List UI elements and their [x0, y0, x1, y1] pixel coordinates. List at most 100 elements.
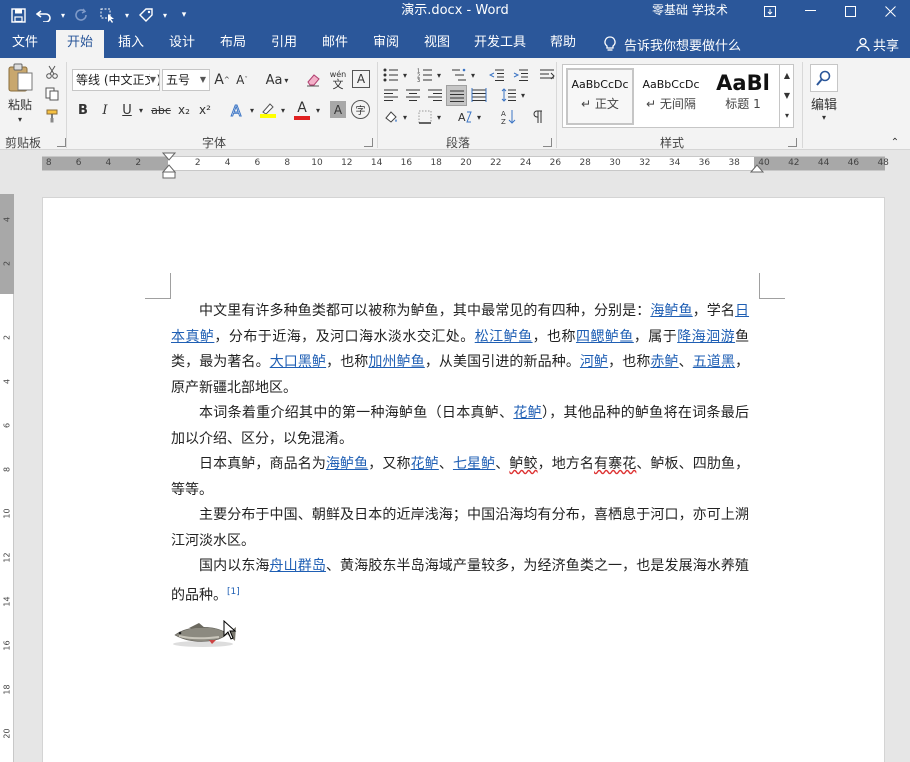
shading-icon[interactable] [382, 108, 400, 126]
paste-button[interactable]: 粘贴 [4, 96, 36, 112]
paste-icon[interactable] [4, 62, 36, 94]
tab-layout[interactable]: 布局 [212, 30, 254, 58]
distributed-icon[interactable] [470, 86, 488, 104]
style-normal[interactable]: AaBbCcDc ↵ 正文 [566, 68, 634, 125]
paragraph-4[interactable]: 主要分布于中国、朝鲜及日本的近岸浅海；中国沿海均有分布，喜栖息于河口，亦可上溯江… [171, 503, 749, 554]
paragraph-5[interactable]: 国内以东海舟山群岛、黄海胶东半岛海域产量较多，为经济鱼类之一，也是发展海水养殖的… [171, 554, 749, 609]
hyperlink[interactable]: 花鲈 [411, 456, 439, 472]
tab-mailings[interactable]: 邮件 [314, 30, 356, 58]
hyperlink[interactable]: 降海洄游 [677, 329, 735, 345]
copy-icon[interactable] [44, 86, 60, 102]
tab-view[interactable]: 视图 [416, 30, 458, 58]
ribbon-display-icon[interactable] [750, 0, 790, 22]
bullets-dropdown-icon[interactable]: ▾ [400, 66, 410, 84]
find-icon[interactable] [810, 64, 838, 92]
indent-markers-icon[interactable] [162, 152, 176, 180]
bullets-icon[interactable] [382, 66, 400, 84]
underline-button[interactable]: U [118, 100, 136, 120]
tab-references[interactable]: 引用 [263, 30, 305, 58]
hyperlink[interactable]: 松江鲈鱼 [475, 329, 533, 345]
text-effects-dropdown-icon[interactable]: ▾ [247, 100, 257, 120]
tab-insert[interactable]: 插入 [110, 30, 152, 58]
chinese-layout-icon[interactable] [537, 66, 557, 84]
hyperlink[interactable]: 河鲈 [580, 354, 608, 370]
font-name-dropdown-icon[interactable]: ▼ [149, 70, 156, 90]
paste-dropdown-icon[interactable]: ▾ [14, 114, 26, 124]
cut-icon[interactable] [44, 64, 60, 80]
line-spacing-icon[interactable] [500, 86, 518, 104]
save-icon[interactable] [6, 3, 30, 27]
minimize-icon[interactable] [790, 0, 830, 22]
show-marks-icon[interactable] [528, 108, 546, 126]
decrease-indent-icon[interactable] [488, 66, 506, 84]
hyperlink[interactable]: 五道黑 [693, 354, 735, 370]
styles-scroll-down-icon[interactable]: ▼ [780, 87, 794, 103]
right-indent-marker-icon[interactable] [750, 160, 764, 174]
label-tool-icon[interactable] [134, 3, 158, 27]
italic-button[interactable]: I [96, 100, 114, 120]
underline-dropdown-icon[interactable]: ▾ [136, 100, 146, 120]
format-painter-icon[interactable] [44, 108, 60, 124]
highlight-dropdown-icon[interactable]: ▾ [278, 100, 288, 120]
styles-launcher-icon[interactable] [788, 138, 797, 147]
numbering-dropdown-icon[interactable]: ▾ [434, 66, 444, 84]
tab-design[interactable]: 设计 [161, 30, 203, 58]
font-size-dropdown-icon[interactable]: ▼ [200, 70, 206, 90]
multilevel-list-icon[interactable] [450, 66, 468, 84]
shading-dropdown-icon[interactable]: ▾ [400, 108, 410, 126]
maximize-icon[interactable] [830, 0, 870, 22]
close-icon[interactable] [870, 0, 910, 22]
user-name[interactable]: 零基础 学技术 [652, 0, 728, 20]
tab-file[interactable]: 文件 [4, 30, 46, 58]
clear-formatting-icon[interactable] [304, 70, 322, 90]
paragraph-1[interactable]: 中文里有许多种鱼类都可以被称为鲈鱼，其中最常见的有四种，分别是：海鲈鱼，学名日本… [171, 299, 749, 401]
character-shading-icon[interactable]: A [330, 101, 346, 118]
justify-icon[interactable] [446, 85, 467, 106]
numbering-icon[interactable]: 123 [416, 66, 434, 84]
editing-button[interactable]: 编辑 [806, 95, 842, 113]
phonetic-guide-icon[interactable]: wén 文 [327, 68, 349, 92]
align-center-icon[interactable] [404, 86, 422, 104]
strikethrough-button[interactable]: abc [150, 100, 172, 120]
tab-developer[interactable]: 开发工具 [467, 30, 533, 58]
styles-scroll-up-icon[interactable]: ▲ [780, 67, 794, 83]
hyperlink[interactable]: 舟山群岛 [270, 558, 326, 574]
select-icon[interactable] [96, 3, 120, 27]
paragraph-launcher-icon[interactable] [543, 138, 552, 147]
label-dropdown-icon[interactable]: ▾ [160, 3, 170, 27]
font-launcher-icon[interactable] [364, 138, 373, 147]
bold-button[interactable]: B [74, 100, 92, 120]
font-color-icon[interactable]: A [292, 99, 312, 121]
hyperlink[interactable]: 海鲈鱼 [326, 456, 368, 472]
subscript-button[interactable]: x₂ [175, 100, 193, 120]
document-body[interactable]: 中文里有许多种鱼类都可以被称为鲈鱼，其中最常见的有四种，分别是：海鲈鱼，学名日本… [171, 299, 749, 609]
borders-icon[interactable] [416, 108, 434, 126]
style-heading-1[interactable]: AaBl 标题 1 [709, 68, 777, 125]
undo-dropdown-icon[interactable]: ▾ [58, 3, 68, 27]
hyperlink[interactable]: 四鳃鲈鱼 [576, 329, 634, 345]
tab-home[interactable]: 开始 [56, 30, 104, 58]
paragraph-2[interactable]: 本词条着重介绍其中的第一种海鲈鱼（日本真鲈、花鲈），其他品种的鲈鱼将在词条最后加… [171, 401, 749, 452]
font-size-box[interactable]: 五号 ▼ [162, 69, 210, 91]
vertical-ruler[interactable]: 4 2 2 4 6 8 10 12 14 16 18 20 [0, 194, 14, 762]
select-dropdown-icon[interactable]: ▾ [122, 3, 132, 27]
hyperlink[interactable]: 七星鲈 [453, 456, 495, 472]
superscript-button[interactable]: x² [196, 100, 214, 120]
sort-icon[interactable]: AZ [500, 108, 518, 126]
text-effects-icon[interactable]: A [226, 99, 248, 121]
undo-icon[interactable] [32, 3, 56, 27]
chinese-typography-icon[interactable]: A [456, 108, 474, 126]
editing-dropdown-icon[interactable]: ▾ [818, 112, 830, 122]
align-right-icon[interactable] [426, 86, 444, 104]
align-left-icon[interactable] [382, 86, 400, 104]
change-case-button[interactable]: Aa ▾ [260, 70, 294, 90]
customize-qat-icon[interactable]: ▾ [172, 3, 196, 27]
collapse-ribbon-icon[interactable]: ⌃ [888, 136, 902, 148]
borders-dropdown-icon[interactable]: ▾ [434, 108, 444, 126]
line-spacing-dropdown-icon[interactable]: ▾ [518, 86, 528, 104]
multilevel-dropdown-icon[interactable]: ▾ [468, 66, 478, 84]
font-name-box[interactable]: 等线 (中文正文) ▼ [72, 69, 160, 91]
hyperlink[interactable]: 大口黑鲈 [270, 354, 326, 370]
increase-indent-icon[interactable] [512, 66, 530, 84]
paragraph-3[interactable]: 日本真鲈，商品名为海鲈鱼，又称花鲈、七星鲈、鲈鲛，地方名有寨花、鲈板、四肋鱼，等… [171, 452, 749, 503]
